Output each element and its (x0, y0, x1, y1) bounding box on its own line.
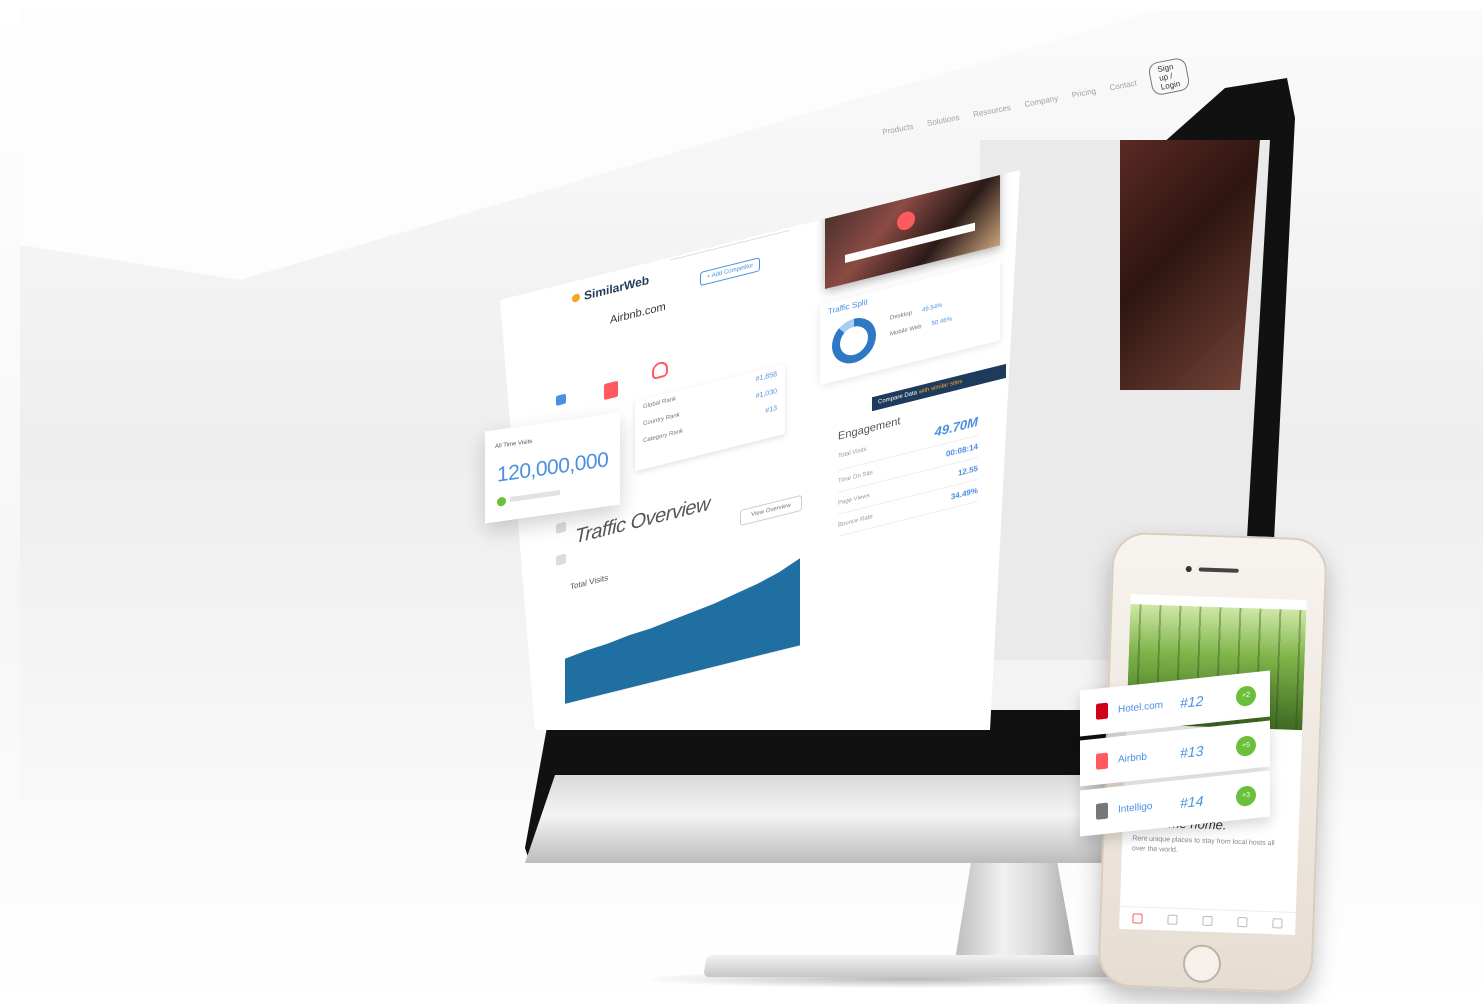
app-icon (1096, 752, 1108, 770)
nav-link[interactable]: Resources (972, 102, 1011, 118)
traffic-split-row: Mobile Web 50.46% (890, 316, 952, 337)
brand-name: SimilarWeb (584, 272, 650, 304)
compare-banner-text: Compare Data (878, 390, 918, 406)
video-search-bar (845, 222, 975, 263)
profile-icon[interactable] (1272, 918, 1283, 929)
traffic-area-chart (565, 558, 800, 705)
compare-banner[interactable]: Compare Data with similar sites (872, 363, 1006, 412)
app-change-badge: +5 (1236, 735, 1256, 758)
nav-link[interactable]: Pricing (1071, 86, 1097, 100)
traffic-split-row: Desktop 49.54% (890, 303, 942, 322)
airbnb-logo-icon (652, 360, 668, 381)
all-time-visits-card: All Time Visits 120,000,000 (485, 412, 620, 524)
saved-icon[interactable] (1167, 914, 1178, 925)
camera-icon (1185, 565, 1192, 573)
chart-icon[interactable] (556, 393, 566, 407)
visits-value: 120,000,000 (497, 448, 609, 487)
signup-button[interactable]: Sign up / Login (1147, 56, 1191, 96)
app-name: Airbnb (1118, 750, 1147, 766)
rank-value: #13 (765, 404, 777, 415)
app-name: Hotel.com (1118, 699, 1164, 716)
home-button[interactable] (1182, 944, 1222, 984)
monitor-stand (955, 850, 1075, 960)
rank-value: #1,858 (755, 370, 777, 384)
share-icon[interactable] (556, 521, 566, 535)
app-change-badge: +2 (1236, 685, 1256, 708)
traffic-split-value: 49.54% (922, 302, 943, 314)
nav-link[interactable]: Company (1024, 93, 1059, 108)
logo-dot-icon (572, 293, 580, 304)
inbox-icon[interactable] (1237, 916, 1248, 928)
engagement-value: 49.70M (934, 413, 978, 440)
airbnb-app-icon (604, 380, 618, 401)
engagement-label: Time On Site (838, 469, 873, 485)
engagement-value: 00:08:14 (945, 441, 978, 459)
engagement-value: 34.49% (950, 485, 978, 502)
explore-icon[interactable] (1131, 913, 1143, 924)
engagement-panel: Engagement Total Visits 49.70M Time On S… (838, 396, 978, 537)
app-position: #13 (1180, 742, 1204, 761)
rank-value: #1,030 (755, 387, 777, 401)
traffic-split-label: Desktop (890, 310, 913, 322)
status-dot-icon (497, 496, 506, 507)
visits-label: All Time Visits (495, 438, 533, 451)
add-competitor-button[interactable]: + Add Competitor (700, 257, 760, 287)
hero-stage: Products Solutions Resources Company Pri… (0, 0, 1483, 1004)
speaker-grille (1198, 567, 1239, 573)
phone-tab-bar (1119, 905, 1296, 935)
rank-card: Global Rank #1,858 Country Rank #1,030 C… (635, 363, 785, 472)
trips-icon[interactable] (1202, 915, 1213, 927)
app-position: #14 (1180, 792, 1204, 811)
site-title: Airbnb.com (610, 300, 666, 327)
app-icon (1096, 802, 1108, 820)
view-overview-button[interactable]: View Overview (740, 494, 802, 527)
rank-label: Category Rank (643, 428, 684, 445)
engagement-label: Page Views (838, 492, 870, 507)
app-ranks-list: Hotel.com #12 +2 Airbnb #13 +5 Intelligo… (1080, 659, 1280, 850)
play-icon[interactable] (897, 209, 915, 233)
monitor-base (703, 955, 1127, 977)
brick-wall-photo (1120, 140, 1260, 390)
compare-banner-highlight: with similar sites (918, 378, 963, 396)
traffic-split-label: Mobile Web (890, 323, 922, 338)
app-icon (1096, 702, 1108, 720)
engagement-value: 12.55 (957, 463, 978, 478)
nav-link[interactable]: Contact (1109, 78, 1138, 92)
app-name: Intelligo (1118, 800, 1153, 816)
settings-icon[interactable] (556, 553, 566, 567)
app-position: #12 (1180, 692, 1204, 711)
engagement-label: Total Visits (838, 446, 867, 460)
nav-link[interactable]: Products (881, 121, 914, 136)
status-placeholder (510, 489, 560, 502)
traffic-split-title: Traffic Split (828, 297, 868, 317)
traffic-split-value: 50.46% (931, 316, 952, 328)
app-change-badge: +3 (1236, 785, 1256, 808)
nav-link[interactable]: Solutions (926, 112, 960, 127)
traffic-split-donut (832, 313, 876, 369)
engagement-label: Bounce Rate (838, 513, 873, 529)
